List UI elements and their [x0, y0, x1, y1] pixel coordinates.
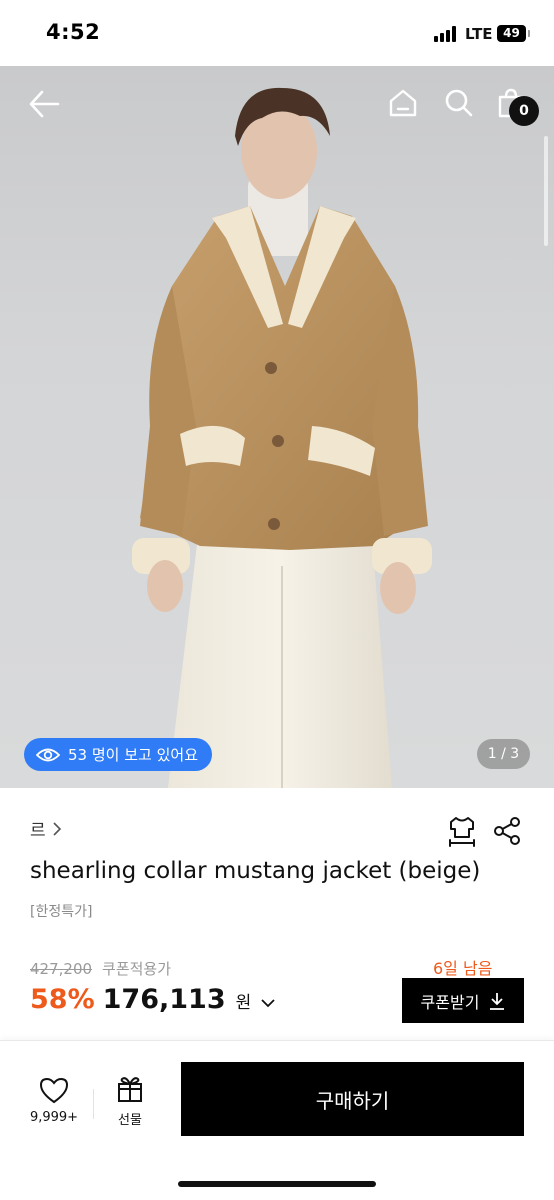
share-icon[interactable] [492, 816, 522, 846]
viewer-count-text: 53 명이 보고 있어요 [68, 746, 198, 764]
eye-icon [36, 748, 60, 761]
battery-icon: 49 [497, 25, 530, 42]
cart-count-badge[interactable]: 0 [509, 96, 539, 126]
coupon-applied-label: 쿠폰적용가 [102, 960, 172, 978]
sale-price: 176,113 [102, 984, 226, 1015]
home-button[interactable] [386, 86, 420, 120]
home-icon [389, 89, 417, 117]
brand-link[interactable]: 르 [30, 816, 62, 841]
original-price: 427,200 [30, 960, 93, 978]
product-image-gallery[interactable] [0, 66, 554, 788]
status-bar: 4:52 LTE 49 [0, 0, 554, 66]
search-button[interactable] [442, 86, 476, 120]
days-left-label: 6일 남음 [433, 959, 493, 978]
price-summary[interactable]: 58% 176,113 원 [30, 984, 275, 1015]
buy-button[interactable]: 구매하기 [181, 1062, 524, 1136]
discount-rate: 58% [30, 984, 95, 1015]
brand-name: 르 [30, 821, 46, 841]
home-indicator [178, 1181, 376, 1187]
price-meta: 427,200 쿠폰적용가 [30, 958, 171, 979]
download-icon [490, 992, 505, 1010]
product-photo [132, 87, 432, 788]
like-count: 9,999+ [29, 1110, 79, 1125]
product-title: shearling collar mustang jacket (beige) [30, 858, 481, 884]
image-page-counter: 1 / 3 [477, 739, 530, 769]
gift-icon [118, 1077, 142, 1102]
chevron-right-icon [53, 821, 61, 836]
chevron-down-icon [261, 999, 275, 1008]
gift-label: 선물 [118, 1113, 142, 1128]
arrow-left-icon [29, 90, 60, 118]
status-time: 4:52 [46, 20, 101, 44]
download-coupon-button[interactable]: 쿠폰받기 [402, 978, 524, 1023]
gift-button[interactable]: 선물 [104, 1075, 156, 1128]
bottom-action-bar: 9,999+ 선물 구매하기 [0, 1040, 554, 1200]
heart-icon [39, 1077, 69, 1104]
live-viewers-badge: 53 명이 보고 있어요 [24, 738, 212, 771]
divider [93, 1089, 94, 1119]
currency-label: 원 [235, 993, 252, 1013]
signal-icon [434, 26, 460, 42]
search-icon [445, 89, 473, 117]
product-info: 르 shearling collar mustang jacket (beige… [0, 788, 554, 1038]
back-button[interactable] [26, 86, 62, 122]
like-button[interactable]: 9,999+ [22, 1077, 86, 1125]
scrollbar [544, 136, 548, 246]
product-tag: [한정특가] [30, 904, 93, 920]
size-guide-icon[interactable] [447, 815, 477, 847]
network-label: LTE [465, 25, 493, 43]
coupon-button-label: 쿠폰받기 [420, 992, 480, 1012]
